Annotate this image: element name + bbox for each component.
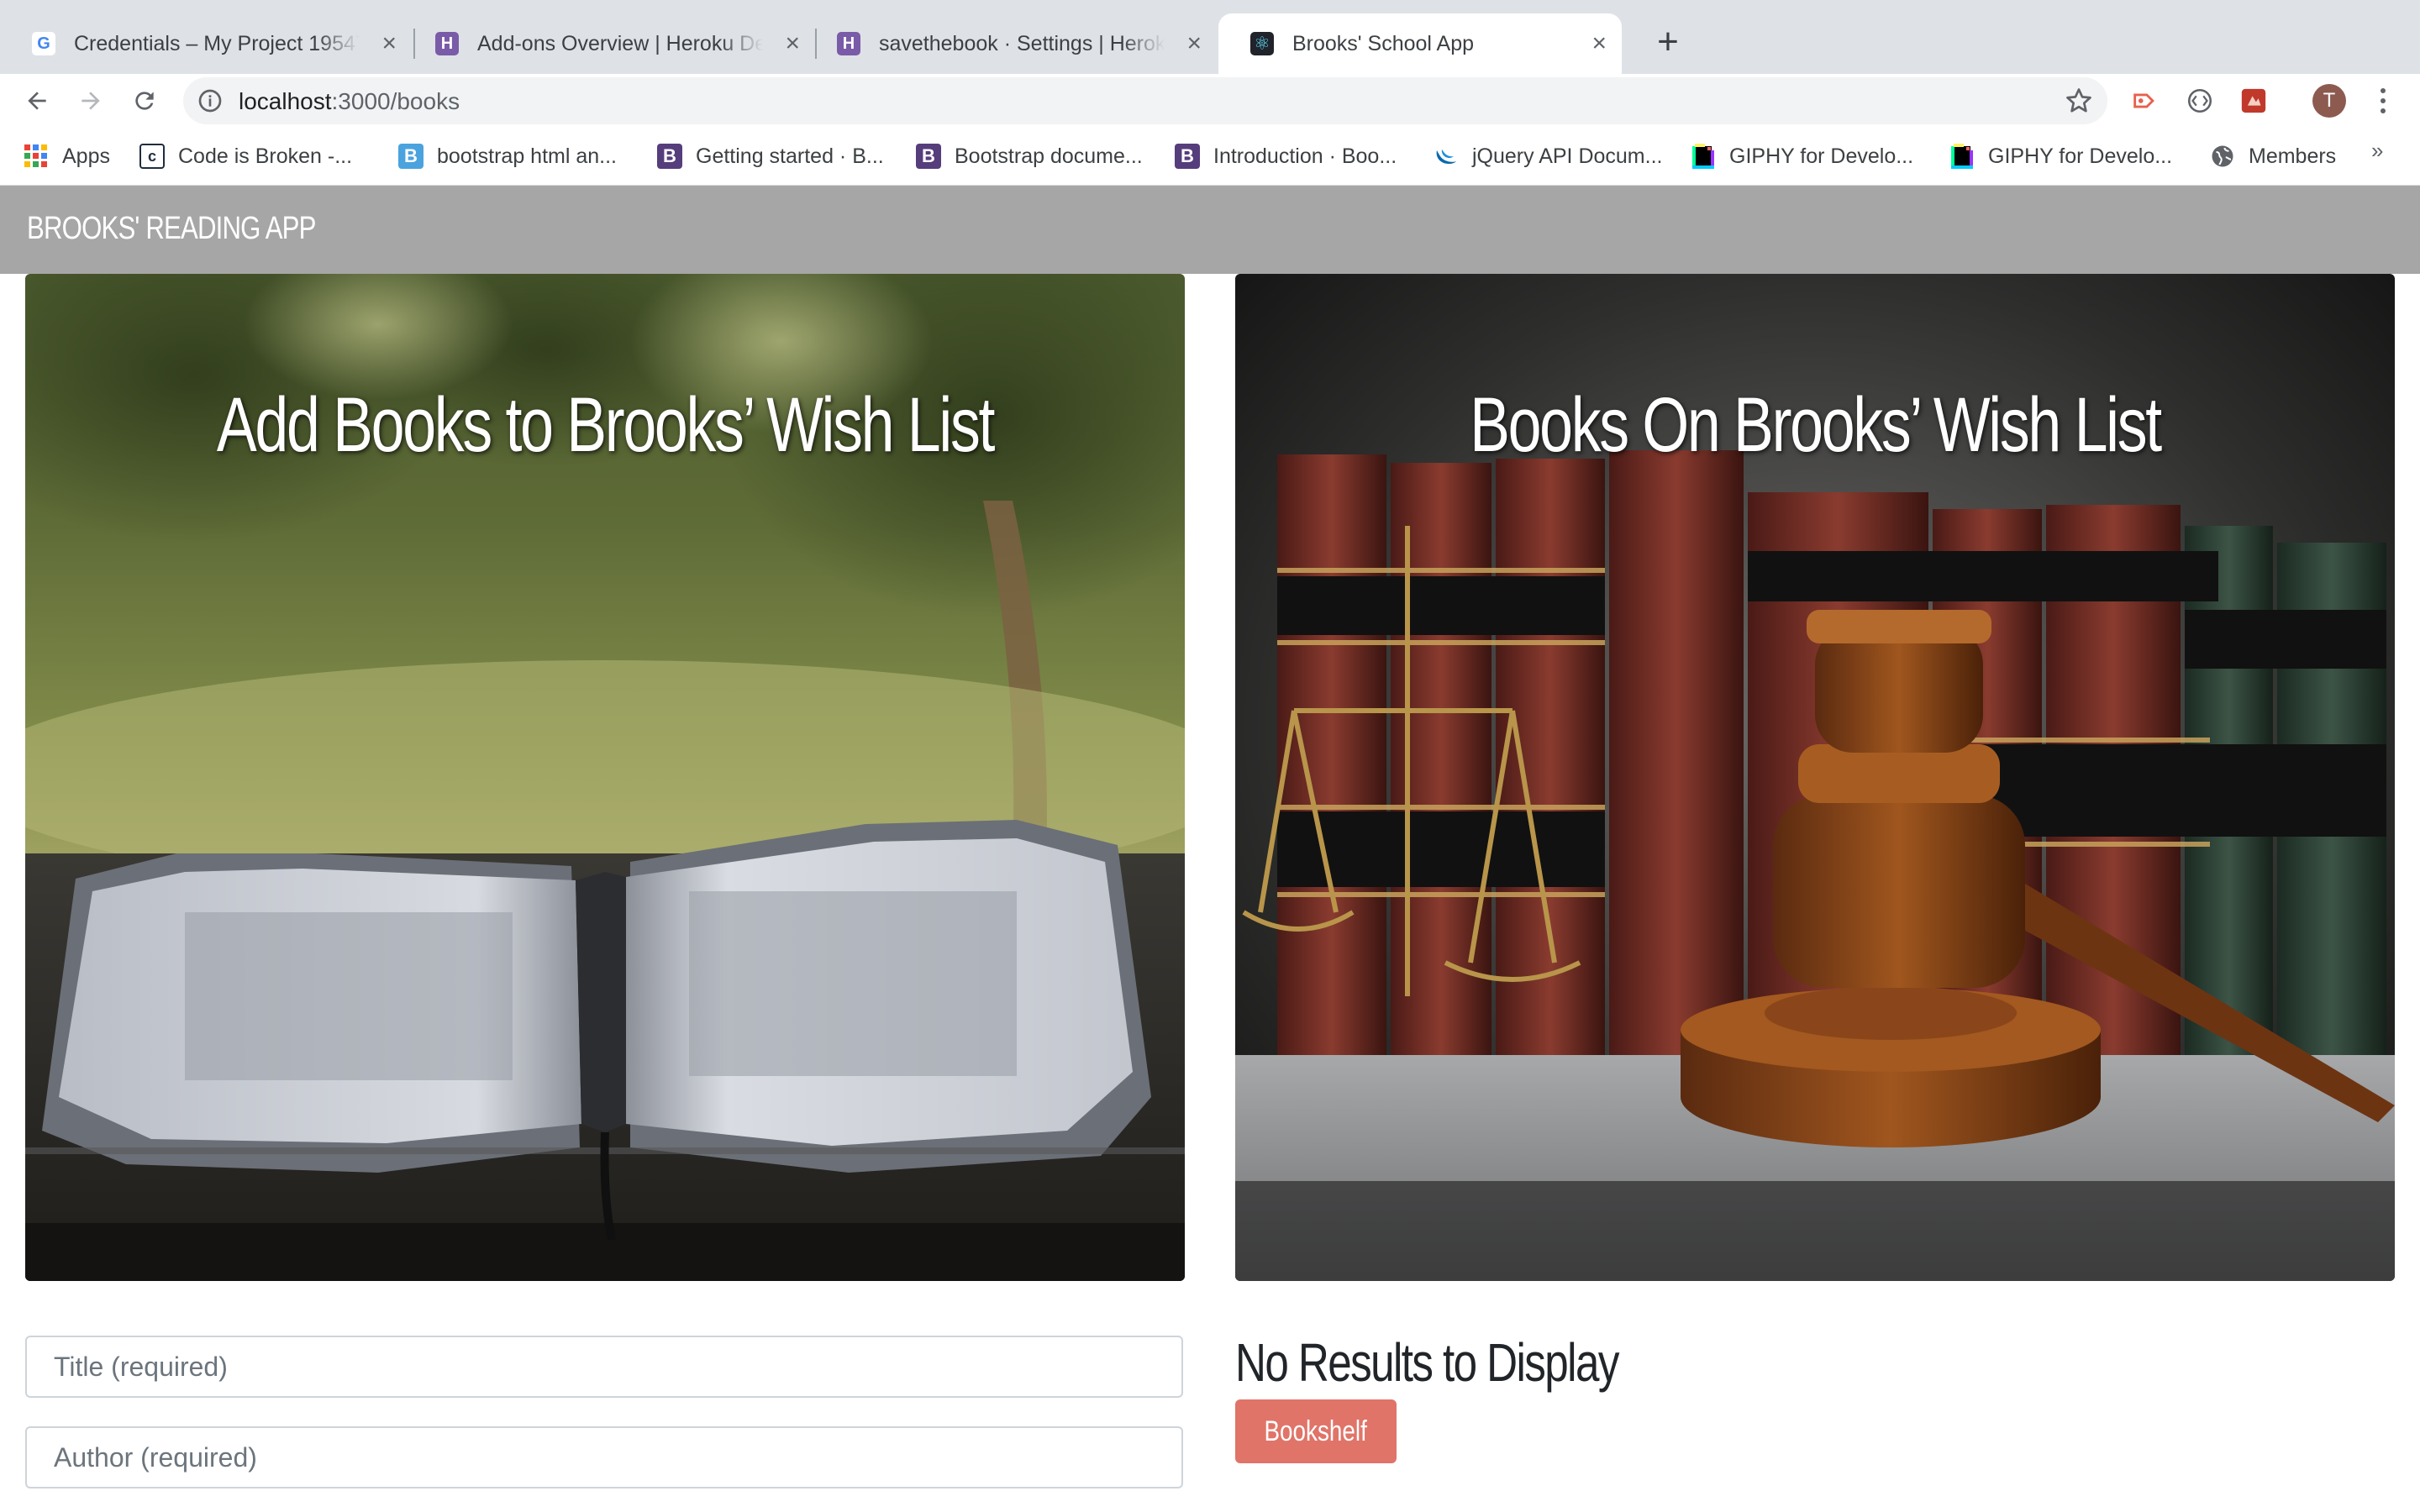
- bookmark-label: Bootstrap docume...: [955, 144, 1143, 168]
- heroku-icon: H: [435, 32, 459, 55]
- bookmark-label: Code is Broken -...: [178, 144, 353, 168]
- address-bar[interactable]: localhost:3000/books: [183, 77, 2107, 124]
- site-info-icon[interactable]: [197, 87, 224, 114]
- apps-grid-icon: [24, 144, 47, 167]
- bookmark-giphy-1[interactable]: GIPHY for Develo...: [1692, 139, 1913, 173]
- close-icon[interactable]: ×: [381, 29, 397, 58]
- reload-button[interactable]: [124, 81, 165, 121]
- close-icon[interactable]: ×: [1186, 29, 1202, 58]
- reload-icon: [135, 92, 154, 110]
- bootstrap-icon: B: [916, 144, 941, 169]
- app-navbar: BROOKS' READING APP: [0, 186, 2420, 274]
- jquery-icon: [1436, 150, 1456, 164]
- url-text: localhost:3000/books: [239, 88, 460, 115]
- wish-list-jumbotron: Books On Brooks’ Wish List: [1235, 274, 2395, 1281]
- back-arrow-icon: [28, 92, 46, 110]
- author-input[interactable]: [25, 1426, 1183, 1488]
- picker-extension-icon[interactable]: [2238, 86, 2269, 116]
- bookmark-bootstrap-html[interactable]: B bootstrap html an...: [398, 139, 617, 173]
- giphy-icon: [1951, 144, 1973, 169]
- bookmark-label: GIPHY for Develo...: [1729, 144, 1914, 168]
- google-icon: G: [32, 32, 55, 55]
- tab-addons-overview[interactable]: H Add-ons Overview | Heroku De ×: [403, 13, 815, 74]
- bookmark-getting-started[interactable]: B Getting started · B...: [657, 139, 884, 173]
- bookmark-introduction[interactable]: B Introduction · Boo...: [1175, 139, 1397, 173]
- more-bookmarks-chevron-icon[interactable]: »: [2371, 138, 2383, 164]
- bookmarks-bar: Apps c Code is Broken -... B bootstrap h…: [0, 128, 2420, 186]
- react-icon: ⚛: [1250, 32, 1274, 55]
- bookmark-label: jQuery API Docum...: [1472, 144, 1663, 168]
- add-books-heading: Add Books to Brooks’ Wish List: [216, 382, 996, 468]
- bookmark-members[interactable]: Members: [2210, 139, 2336, 173]
- bookmark-bootstrap-docs[interactable]: B Bootstrap docume...: [916, 139, 1143, 173]
- cast-extension-icon[interactable]: [2129, 86, 2160, 116]
- tab-credentials[interactable]: G Credentials – My Project 19547 ×: [0, 13, 412, 74]
- bookshelf-button[interactable]: Bookshelf: [1235, 1399, 1397, 1463]
- browser-tab-strip: G Credentials – My Project 19547 × H Add…: [0, 0, 2420, 74]
- title-input[interactable]: [25, 1336, 1183, 1398]
- globe-icon: [2212, 145, 2233, 167]
- code-icon: c: [139, 144, 165, 169]
- back-button[interactable]: [17, 81, 57, 121]
- heroku-icon: H: [837, 32, 860, 55]
- giphy-icon: [1692, 144, 1714, 169]
- forward-button[interactable]: [71, 81, 111, 121]
- bookmark-label: GIPHY for Develo...: [1988, 144, 2173, 168]
- tab-title: Brooks' School App: [1292, 31, 1475, 55]
- bootstrap-icon: B: [1175, 144, 1200, 169]
- browser-toolbar: localhost:3000/books: [0, 74, 2420, 128]
- tab-title: Credentials – My Project 19547: [74, 31, 360, 55]
- blue-b-icon: B: [398, 144, 424, 169]
- bookmark-jquery-api[interactable]: jQuery API Docum...: [1434, 139, 1662, 173]
- bookmark-label: Apps: [62, 144, 110, 168]
- no-results-message: No Results to Display: [1235, 1332, 1619, 1393]
- bootstrap-icon: B: [657, 144, 682, 169]
- browser-menu-icon[interactable]: [2370, 86, 2396, 116]
- bookmark-apps[interactable]: Apps: [24, 139, 110, 173]
- bookshelf-button-label: Bookshelf: [1264, 1415, 1368, 1447]
- tab-title: savethebook · Settings | Herok: [879, 31, 1165, 55]
- bookmark-giphy-2[interactable]: GIPHY for Develo...: [1951, 139, 2172, 173]
- profile-avatar[interactable]: T: [2312, 84, 2346, 118]
- url-path: :3000/books: [331, 88, 460, 114]
- devtools-extension-icon[interactable]: [2185, 86, 2215, 116]
- tab-title: Add-ons Overview | Heroku De: [477, 31, 763, 55]
- bookmark-star-icon[interactable]: [2064, 86, 2094, 116]
- bookmark-label: bootstrap html an...: [437, 144, 618, 168]
- close-icon[interactable]: ×: [1591, 29, 1607, 58]
- add-books-jumbotron: Add Books to Brooks’ Wish List: [25, 274, 1185, 1281]
- bookmark-label: Getting started · B...: [696, 144, 884, 168]
- bookmark-label: Members: [2249, 144, 2337, 168]
- tab-savethebook-settings[interactable]: H savethebook · Settings | Herok ×: [805, 13, 1217, 74]
- new-tab-button[interactable]: +: [1643, 20, 1693, 64]
- forward-arrow-icon: [82, 92, 100, 110]
- bookmark-label: Introduction · Boo...: [1213, 144, 1397, 168]
- close-icon[interactable]: ×: [785, 29, 800, 58]
- wish-list-heading: Books On Brooks’ Wish List: [1470, 382, 2162, 468]
- app-brand[interactable]: BROOKS' READING APP: [27, 211, 316, 247]
- tab-brooks-school-app[interactable]: ⚛ Brooks' School App ×: [1218, 13, 1622, 74]
- bookmark-code-is-broken[interactable]: c Code is Broken -...: [139, 139, 352, 173]
- url-host: localhost: [239, 88, 332, 114]
